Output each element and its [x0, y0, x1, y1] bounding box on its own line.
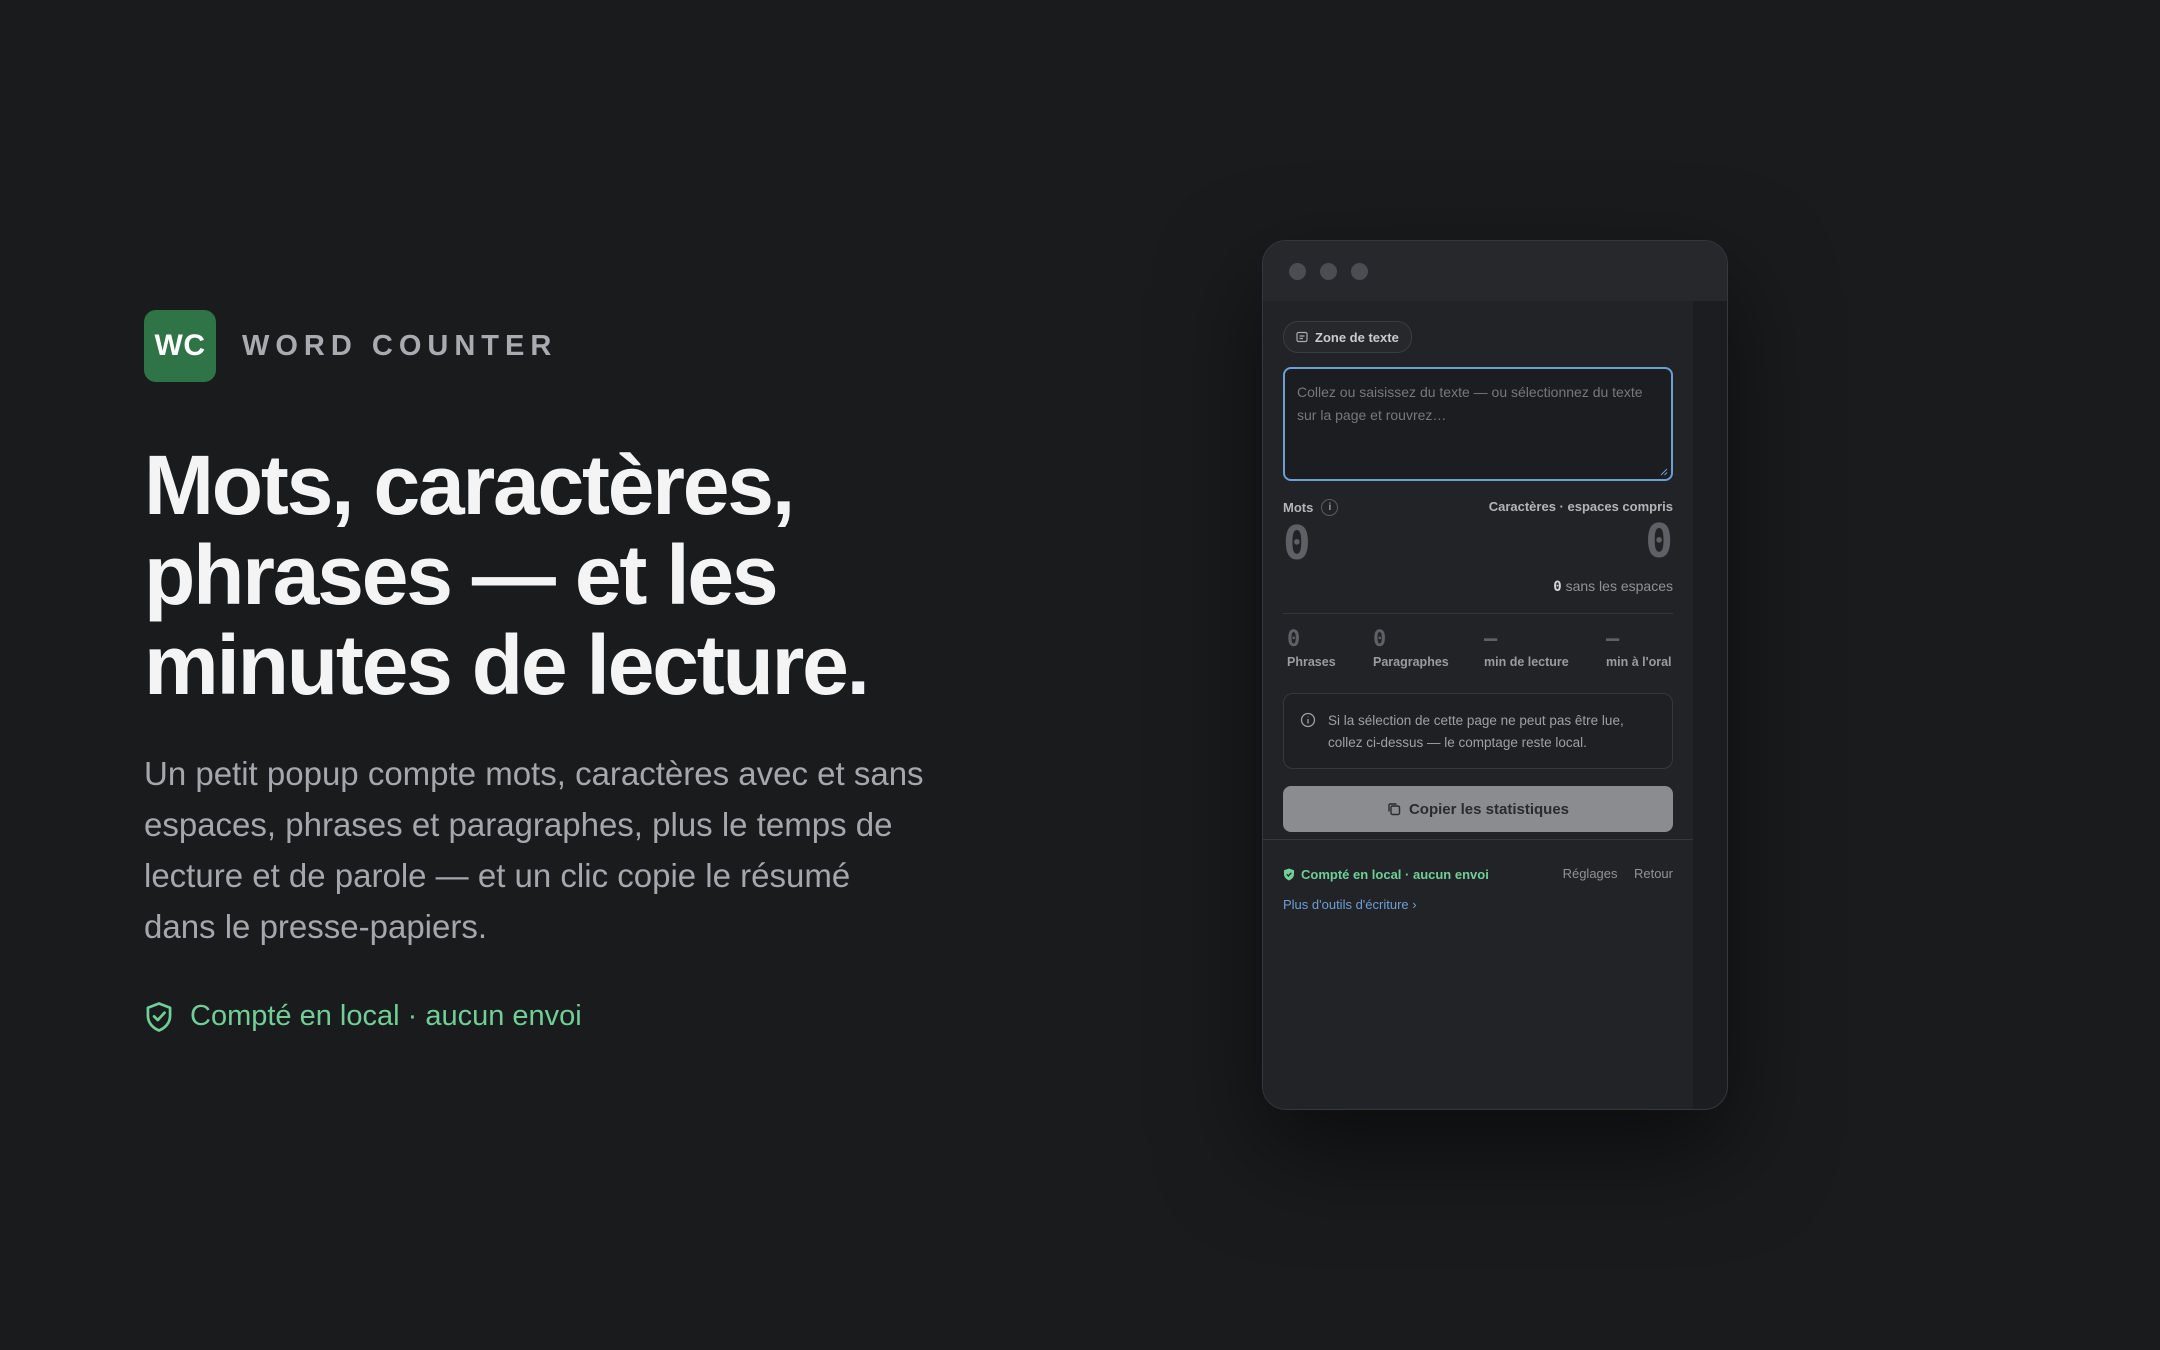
- text-input-area[interactable]: Collez ou saisissez du texte — ou sélect…: [1283, 367, 1673, 481]
- resize-grip-icon[interactable]: [1660, 468, 1668, 476]
- footer-privacy: Compté en local · aucun envoi: [1283, 867, 1489, 882]
- stat-reading-time: — min de lecture: [1480, 627, 1602, 670]
- stat-value: 0: [1373, 627, 1387, 652]
- privacy-text: Compté en local · aucun envoi: [190, 1000, 582, 1032]
- hero-description: Un petit popup compte mots, caractères a…: [144, 755, 924, 945]
- footer-privacy-text: Compté en local · aucun envoi: [1301, 866, 1489, 882]
- textbox-icon: [1296, 331, 1308, 343]
- divider: [1283, 613, 1673, 614]
- words-label: Mots: [1283, 500, 1314, 515]
- app-logo: WC: [144, 310, 216, 382]
- browser-window-mockup: Zone de texte Collez ou saisissez du tex…: [1262, 240, 1728, 1110]
- copy-stats-button[interactable]: Copier les statistiques: [1283, 786, 1673, 832]
- window-minimize-dot[interactable]: [1320, 262, 1337, 280]
- chars-no-spaces: 0 sans les espaces: [1283, 578, 1673, 595]
- source-chip[interactable]: Zone de texte: [1283, 321, 1412, 353]
- stat-speaking-time: — min à l'oral: [1602, 627, 1672, 670]
- no-spaces-value: 0: [1553, 579, 1562, 595]
- settings-link[interactable]: Réglages: [1563, 866, 1618, 881]
- secondary-stats: 0 Phrases 0 Paragraphes — min de lecture…: [1283, 627, 1673, 670]
- stat-label: min à l'oral: [1606, 655, 1672, 669]
- notice-text: Si la sélection de cette page ne peut pa…: [1328, 713, 1624, 750]
- no-spaces-label: sans les espaces: [1565, 578, 1673, 594]
- popup-footer: Compté en local · aucun envoi Réglages R…: [1283, 865, 1673, 883]
- chars-count: Caractères · espaces compris 0: [1489, 499, 1673, 568]
- window-maximize-dot[interactable]: [1351, 262, 1368, 280]
- window-close-dot[interactable]: [1289, 262, 1306, 280]
- more-tools-link[interactable]: Plus d'outils d'écriture ›: [1283, 897, 1417, 912]
- hero-headline: Mots, caractères, phrases — et les minut…: [144, 438, 870, 712]
- copy-icon: [1388, 803, 1401, 816]
- textarea-placeholder: Collez ou saisissez du texte — ou sélect…: [1297, 384, 1643, 423]
- extension-popup: Zone de texte Collez ou saisissez du tex…: [1263, 301, 1693, 1109]
- back-link[interactable]: Retour: [1634, 866, 1673, 881]
- info-circle-icon: [1300, 712, 1316, 728]
- stat-value: 0: [1287, 627, 1301, 652]
- chars-value: 0: [1645, 514, 1673, 568]
- words-count: Mots i 0: [1283, 499, 1339, 570]
- info-icon[interactable]: i: [1321, 499, 1339, 516]
- source-chip-label: Zone de texte: [1315, 329, 1399, 345]
- main-counts: Mots i 0 Caractères · espaces compris 0: [1283, 499, 1673, 568]
- chars-label: Caractères · espaces compris: [1488, 499, 1673, 514]
- stat-label: Paragraphes: [1373, 655, 1449, 669]
- stat-value: —: [1606, 627, 1620, 652]
- brand-name: WORD COUNTER: [242, 329, 558, 362]
- stat-label: min de lecture: [1484, 655, 1569, 669]
- stat-sentences: 0 Phrases: [1283, 627, 1369, 670]
- privacy-note: Compté en local · aucun envoi: [144, 1000, 582, 1033]
- words-value: 0: [1283, 516, 1311, 570]
- shield-check-icon: [1284, 868, 1294, 880]
- window-titlebar: [1263, 241, 1727, 301]
- shield-check-icon: [146, 1001, 172, 1032]
- stat-value: —: [1484, 627, 1498, 652]
- footer-divider: [1263, 839, 1693, 840]
- stat-paragraphs: 0 Paragraphes: [1369, 627, 1480, 670]
- copy-button-label: Copier les statistiques: [1408, 800, 1570, 818]
- brand: WC WORD COUNTER: [144, 310, 557, 382]
- footer-links: Réglages Retour: [1551, 865, 1673, 883]
- selection-notice: Si la sélection de cette page ne peut pa…: [1283, 693, 1673, 769]
- stat-label: Phrases: [1287, 655, 1336, 669]
